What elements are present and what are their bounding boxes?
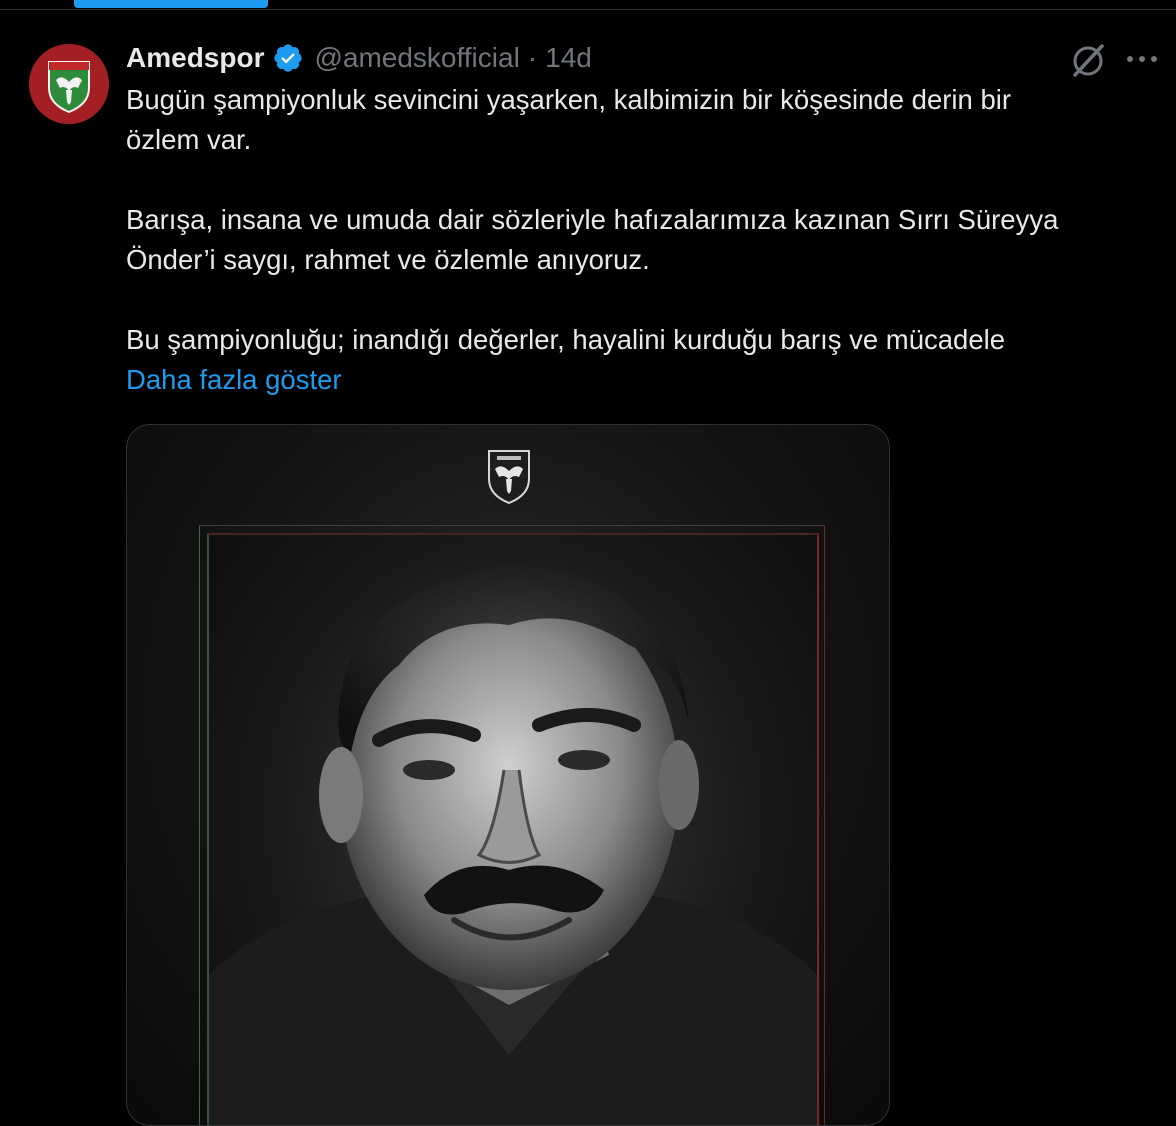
portrait-illustration — [209, 565, 817, 1125]
tweet-timestamp[interactable]: 14d — [545, 42, 592, 74]
author-handle[interactable]: @amedskofficial — [314, 42, 519, 74]
tweet-text-line: Bugün şampiyonluk sevincini yaşarken, ka… — [126, 84, 1012, 115]
show-more-link[interactable]: Daha fazla göster — [126, 360, 1156, 400]
amedspor-crest-icon — [488, 450, 530, 505]
grok-icon[interactable] — [1068, 40, 1108, 80]
tweet-header: Amedspor @amedskofficial · 14d — [126, 38, 592, 78]
verified-badge-icon — [272, 42, 304, 74]
avatar[interactable] — [29, 44, 109, 124]
tweet-text-line: Bu şampiyonluğu; inandığı değerler, haya… — [126, 324, 1006, 355]
tweet-text-line: özlem var. — [126, 124, 252, 155]
amedspor-crest-icon — [29, 44, 109, 124]
more-icon[interactable] — [1124, 44, 1160, 74]
tweet-text: Bugün şampiyonluk sevincini yaşarken, ka… — [126, 80, 1156, 400]
tweet[interactable]: Amedspor @amedskofficial · 14d Bugün şam… — [0, 10, 1176, 1126]
portrait-photo — [207, 533, 819, 1125]
active-tab-indicator — [74, 0, 268, 8]
tweet-text-line: Barışa, insana ve umuda dair sözleriyle … — [126, 204, 1059, 235]
tweet-text-line: Önder’i saygı, rahmet ve özlemle anıyoru… — [126, 244, 650, 275]
author-name[interactable]: Amedspor — [126, 42, 264, 74]
separator-dot: · — [527, 42, 538, 73]
tweet-media-image[interactable] — [126, 424, 890, 1126]
